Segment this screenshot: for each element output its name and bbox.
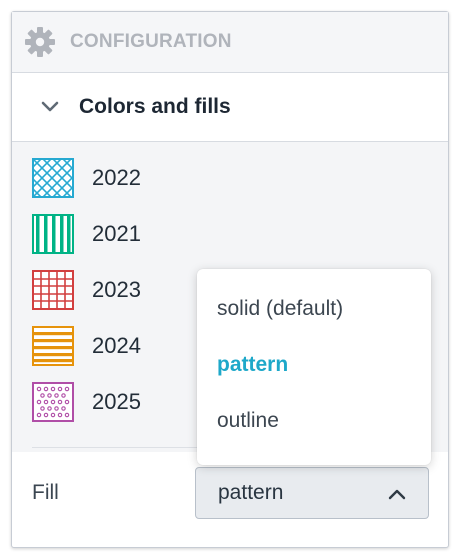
item-label: 2021 <box>92 221 141 246</box>
fill-option-pattern[interactable]: pattern <box>217 353 288 377</box>
list-item-2023[interactable]: 2023 <box>32 270 141 310</box>
list-item-2021[interactable]: 2021 <box>32 214 141 254</box>
vertical-stripes-pattern-icon <box>32 214 74 254</box>
diagonal-crosshatch-pattern-icon <box>32 158 74 198</box>
list-item-2024[interactable]: 2024 <box>32 326 141 366</box>
colors-and-fills-section-toggle[interactable]: Colors and fills <box>12 73 448 142</box>
fill-label: Fill <box>32 481 59 504</box>
fill-dropdown-menu: solid (default) pattern outline <box>197 269 431 465</box>
dots-pattern-icon <box>32 382 74 422</box>
section-title: Colors and fills <box>79 95 231 118</box>
fill-option-solid[interactable]: solid (default) <box>217 297 343 321</box>
fill-option-outline[interactable]: outline <box>217 409 279 433</box>
configuration-header: CONFIGURATION <box>12 12 448 73</box>
item-label: 2023 <box>92 277 141 302</box>
list-item-2025[interactable]: 2025 <box>32 382 141 422</box>
item-label: 2025 <box>92 389 141 414</box>
configuration-title: CONFIGURATION <box>70 31 232 52</box>
chevron-up-icon <box>388 489 406 500</box>
horizontal-stripes-pattern-icon <box>32 326 74 366</box>
item-label: 2022 <box>92 165 141 190</box>
list-item-2022[interactable]: 2022 <box>32 158 141 198</box>
item-label: 2024 <box>92 333 141 358</box>
configuration-panel: CONFIGURATION Colors and fills 2022 2021… <box>11 11 449 548</box>
grid-pattern-icon <box>32 270 74 310</box>
gear-icon <box>25 27 55 57</box>
fill-select[interactable]: pattern <box>195 467 429 519</box>
chevron-down-icon <box>41 101 59 112</box>
fill-select-value: pattern <box>218 481 284 504</box>
